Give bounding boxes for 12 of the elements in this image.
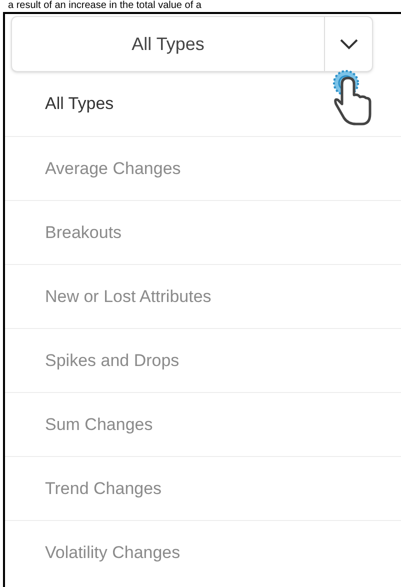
pointer-hand-icon (332, 70, 374, 128)
dropdown-option[interactable]: Trend Changes (5, 456, 401, 520)
type-select[interactable]: All Types (11, 16, 373, 72)
dropdown-option[interactable]: Volatility Changes (5, 520, 401, 584)
dropdown-option[interactable]: Breakouts (5, 200, 401, 264)
dropdown-option[interactable]: Sum Changes (5, 392, 401, 456)
dropdown-option[interactable]: New or Lost Attributes (5, 264, 401, 328)
dropdown-option[interactable]: Average Changes (5, 136, 401, 200)
dropdown-option[interactable]: Spikes and Drops (5, 328, 401, 392)
chevron-down-icon (338, 38, 358, 50)
caption-text: a result of an increase in the total value of a (7, 0, 202, 12)
dropdown-option[interactable]: All Types (5, 72, 401, 136)
